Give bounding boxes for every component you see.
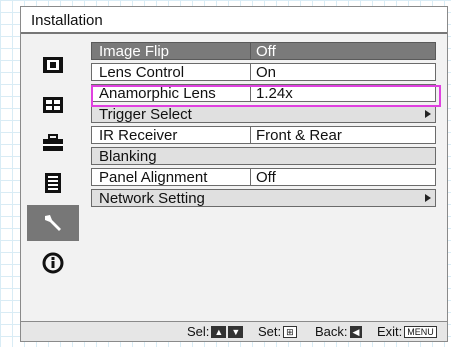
- row-value: Off: [256, 169, 276, 186]
- anamorphic-lens-highlight-box: [91, 85, 441, 107]
- row-value: Front & Rear: [256, 127, 342, 144]
- set-label: Set:: [258, 324, 282, 339]
- enter-key-icon: ⊞: [283, 325, 297, 338]
- footer-select-hint: Sel: ▲ ▼: [187, 324, 244, 339]
- row-label: IR Receiver: [99, 127, 178, 144]
- row-divider: [250, 64, 251, 80]
- menu-row-trigger-select[interactable]: Trigger Select: [91, 105, 436, 123]
- submenu-arrow-icon: [425, 110, 431, 118]
- sidebar-item-toolbox[interactable]: [27, 125, 79, 161]
- row-divider: [250, 127, 251, 143]
- row-label: Image Flip: [99, 43, 170, 60]
- sidebar-item-installation[interactable]: [27, 205, 79, 241]
- submenu-arrow-icon: [425, 194, 431, 202]
- menu-key-icon: MENU: [404, 325, 437, 338]
- row-label: Panel Alignment: [99, 169, 208, 186]
- screen-icon: [43, 97, 63, 113]
- row-label: Lens Control: [99, 64, 185, 81]
- menu-row-blanking[interactable]: Blanking: [91, 147, 436, 165]
- sidebar-item-screen[interactable]: [27, 87, 79, 123]
- menu-row-panel-alignment[interactable]: Panel Alignment Off: [91, 168, 436, 186]
- list-icon: [45, 173, 61, 193]
- sidebar-item-list[interactable]: [27, 165, 79, 201]
- menu-row-ir-receiver[interactable]: IR Receiver Front & Rear: [91, 126, 436, 144]
- installation-menu-screen: Installation Image Flip Off Lens Control…: [20, 6, 448, 342]
- down-arrow-key-icon: ▼: [228, 325, 244, 338]
- row-label: Blanking: [99, 148, 157, 165]
- footer-exit-hint: Exit: MENU: [377, 324, 437, 339]
- left-arrow-key-icon: ◀: [349, 325, 363, 338]
- menu-title-bar: Installation: [21, 7, 447, 34]
- wrench-icon: [45, 215, 61, 231]
- footer-back-hint: Back: ◀: [315, 324, 363, 339]
- picture-icon: [43, 57, 63, 73]
- sidebar-item-picture[interactable]: [27, 47, 79, 83]
- key-guide-footer: Sel: ▲ ▼ Set: ⊞ Back: ◀ Exit: MENU: [21, 321, 447, 341]
- sidebar-item-information[interactable]: [27, 245, 79, 281]
- row-value: On: [256, 64, 277, 81]
- row-divider: [250, 43, 251, 59]
- row-value: Off: [256, 43, 276, 60]
- menu-title: Installation: [31, 12, 103, 29]
- select-label: Sel:: [187, 324, 210, 339]
- menu-row-network-setting[interactable]: Network Setting: [91, 189, 436, 207]
- footer-set-hint: Set: ⊞: [258, 324, 297, 339]
- row-label: Network Setting: [99, 190, 205, 207]
- info-icon: [42, 252, 64, 274]
- toolbox-icon: [43, 134, 63, 151]
- exit-label: Exit:: [377, 324, 403, 339]
- menu-row-lens-control[interactable]: Lens Control On: [91, 63, 436, 81]
- menu-row-image-flip[interactable]: Image Flip Off: [91, 42, 436, 60]
- up-arrow-key-icon: ▲: [211, 325, 227, 338]
- row-divider: [250, 169, 251, 185]
- row-label: Trigger Select: [99, 106, 192, 123]
- back-label: Back:: [315, 324, 348, 339]
